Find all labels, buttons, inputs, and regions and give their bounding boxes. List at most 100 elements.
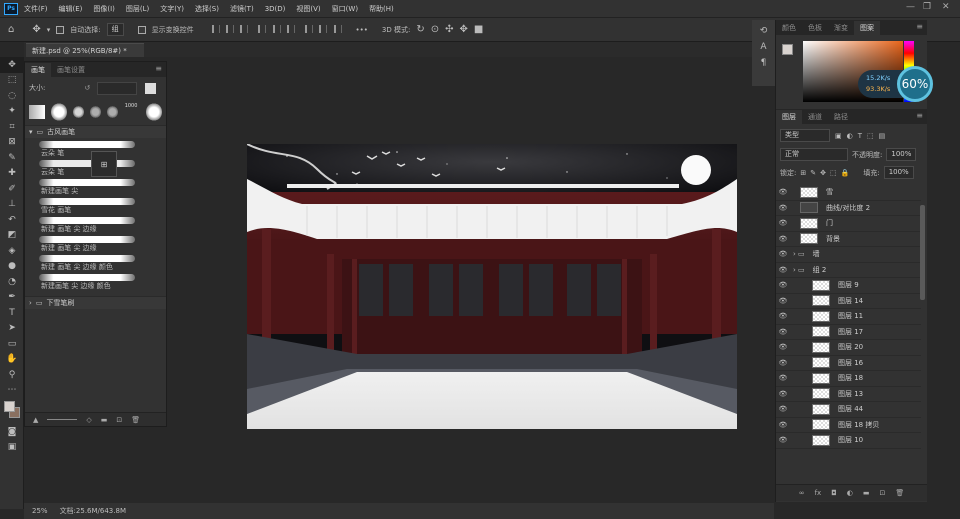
lock-move-icon[interactable]: ✥: [820, 169, 826, 177]
layer-row[interactable]: 👁 图层 10: [776, 433, 921, 449]
filter-pixel-icon[interactable]: ▣: [835, 132, 842, 140]
tab-patterns[interactable]: 图案: [854, 21, 880, 35]
layer-row[interactable]: 👁 图层 17: [776, 325, 921, 340]
align-left-icon[interactable]: [211, 24, 220, 33]
fg-color-swatch[interactable]: [782, 44, 793, 55]
visibility-eye-icon[interactable]: 👁: [776, 374, 790, 382]
panel-menu-icon[interactable]: ≡: [916, 22, 923, 31]
layer-row[interactable]: 👁 图层 44: [776, 402, 921, 418]
menu-type[interactable]: 文字(Y): [160, 4, 184, 14]
layer-row[interactable]: 👁 图层 18: [776, 371, 921, 387]
home-icon[interactable]: ⌂: [8, 24, 14, 35]
menu-select[interactable]: 选择(S): [195, 4, 219, 14]
menu-edit[interactable]: 编辑(E): [59, 4, 83, 14]
preview-size-slider[interactable]: [47, 419, 78, 420]
visibility-eye-icon[interactable]: 👁: [776, 359, 790, 367]
brush-view-icon[interactable]: ◇: [86, 416, 91, 424]
panel-menu-icon[interactable]: ≡: [916, 111, 923, 120]
3d-scale-icon[interactable]: ■: [474, 24, 483, 35]
tab-gradients[interactable]: 渐变: [828, 21, 854, 35]
lasso-tool-icon[interactable]: ◌: [0, 88, 24, 104]
path-select-icon[interactable]: ➤: [0, 321, 24, 337]
brush-item[interactable]: 新建画笔 尖: [25, 176, 166, 195]
tab-color[interactable]: 颜色: [776, 21, 802, 35]
menu-layer[interactable]: 图层(L): [126, 4, 149, 14]
brush-item[interactable]: 新建 画笔 尖 边缘 颜色: [25, 252, 166, 271]
auto-select-checkbox[interactable]: [56, 25, 65, 34]
new-group-icon[interactable]: ▬: [101, 416, 108, 424]
new-brush-icon[interactable]: ⊡: [116, 416, 122, 424]
brush-item[interactable]: 新建 画笔 尖 边缘: [25, 233, 166, 252]
auto-select-dropdown[interactable]: 组: [106, 23, 124, 36]
brush-item[interactable]: 新建画笔 尖 边缘 颜色: [25, 271, 166, 290]
visibility-eye-icon[interactable]: 👁: [776, 250, 790, 258]
menu-3d[interactable]: 3D(D): [265, 5, 286, 13]
layer-row[interactable]: 👁 雪: [776, 185, 921, 201]
recent-brush-1[interactable]: [29, 105, 46, 119]
tool-preset-dropdown-icon[interactable]: ▾: [47, 26, 51, 34]
fx-icon[interactable]: fx: [815, 489, 822, 497]
brush-preview-size-icon[interactable]: ▲: [33, 416, 38, 424]
crop-tool-icon[interactable]: ⌗: [0, 119, 24, 135]
recent-brush-2[interactable]: [51, 103, 68, 121]
tab-paths[interactable]: 路径: [828, 110, 854, 124]
filter-smart-icon[interactable]: ▤: [879, 132, 886, 140]
layer-row[interactable]: 👁 图层 9: [776, 278, 921, 294]
move-tool-icon[interactable]: ✥: [32, 24, 40, 35]
network-percent-gauge[interactable]: 60%: [897, 66, 933, 102]
align-middle-icon[interactable]: [272, 24, 281, 33]
eyedropper-icon[interactable]: ✎: [0, 150, 24, 166]
type-tool-icon[interactable]: T: [0, 305, 24, 321]
close-icon[interactable]: ✕: [942, 2, 950, 12]
document-canvas[interactable]: [247, 144, 737, 429]
layer-row[interactable]: 👁 图层 18 拷贝: [776, 418, 921, 433]
menu-window[interactable]: 窗口(W): [332, 4, 358, 14]
history-icon[interactable]: ⟲: [752, 20, 775, 36]
more-options-button[interactable]: •••: [356, 26, 368, 34]
lock-transparent-icon[interactable]: ⊞: [800, 169, 806, 177]
link-layers-icon[interactable]: ∞: [799, 489, 805, 497]
healing-brush-icon[interactable]: ✚: [0, 166, 24, 182]
menu-image[interactable]: 图像(I): [93, 4, 115, 14]
distribute-2-icon[interactable]: [319, 24, 328, 33]
filter-shape-icon[interactable]: ⬚: [867, 132, 874, 140]
move-tool-icon[interactable]: ✥: [0, 57, 24, 73]
menu-file[interactable]: 文件(F): [24, 4, 48, 14]
visibility-eye-icon[interactable]: 👁: [776, 405, 790, 413]
layer-row[interactable]: 👁 图层 20: [776, 340, 921, 356]
layer-row[interactable]: 👁 › ▭ 组 2: [776, 263, 921, 278]
recent-brush-3[interactable]: [73, 106, 85, 118]
delete-layer-icon[interactable]: 🗑: [895, 489, 904, 497]
opacity-input[interactable]: 100%: [886, 148, 917, 161]
layer-row[interactable]: 👁 图层 14: [776, 294, 921, 309]
tab-brushes[interactable]: 画笔: [25, 63, 51, 77]
more-tools-icon[interactable]: ⋯: [0, 383, 24, 399]
character-icon[interactable]: A: [752, 36, 775, 52]
menu-view[interactable]: 视图(V): [296, 4, 320, 14]
layer-row[interactable]: 👁 曲线/对比度 2: [776, 201, 921, 216]
brush-group-snow[interactable]: › ▭ 下雪笔刷: [25, 296, 166, 309]
minimize-icon[interactable]: —: [906, 2, 915, 12]
lock-all-icon[interactable]: 🔒: [841, 169, 850, 177]
recent-brush-4[interactable]: [90, 106, 101, 118]
new-layer-icon[interactable]: ⊡: [879, 489, 885, 497]
visibility-eye-icon[interactable]: 👁: [776, 266, 790, 274]
recent-brush-6[interactable]: 1000: [124, 103, 140, 121]
hand-tool-icon[interactable]: ✋: [0, 352, 24, 368]
recent-brush-5[interactable]: [106, 106, 118, 118]
rectangle-tool-icon[interactable]: ▭: [0, 336, 24, 352]
visibility-eye-icon[interactable]: 👁: [776, 328, 790, 336]
tab-layers[interactable]: 图层: [776, 110, 802, 124]
layers-scrollbar[interactable]: [920, 205, 925, 300]
transform-controls-checkbox[interactable]: [137, 25, 146, 34]
foreground-color-swatch[interactable]: [4, 401, 15, 412]
visibility-eye-icon[interactable]: 👁: [776, 188, 790, 196]
add-mask-icon[interactable]: ◘: [831, 489, 837, 497]
brush-item[interactable]: 雪花 画笔: [25, 195, 166, 214]
visibility-eye-icon[interactable]: 👁: [776, 219, 790, 227]
visibility-eye-icon[interactable]: 👁: [776, 235, 790, 243]
zoom-tool-icon[interactable]: ⚲: [0, 367, 24, 383]
distribute-icon[interactable]: [305, 24, 314, 33]
brush-item[interactable]: 云朵 笔 ⊞: [25, 151, 166, 177]
paint-bucket-icon[interactable]: ◈: [0, 243, 24, 259]
